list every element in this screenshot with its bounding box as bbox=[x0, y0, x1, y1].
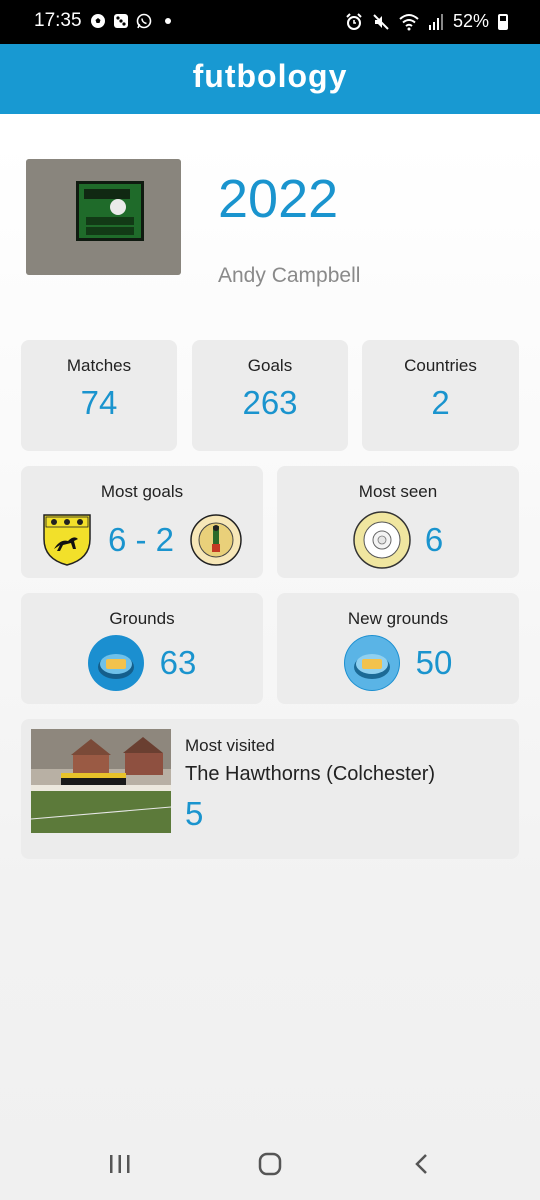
matches-value: 74 bbox=[80, 384, 118, 421]
most-visited-ground-name: The Hawthorns (Colchester) bbox=[185, 763, 436, 785]
ground-photo bbox=[31, 729, 171, 833]
home-button[interactable] bbox=[250, 1148, 290, 1180]
system-icons: 52% bbox=[345, 11, 508, 32]
recent-apps-icon bbox=[110, 1155, 130, 1173]
profile-user-name: Andy Campbell bbox=[218, 264, 361, 287]
most-visited-count: 5 bbox=[185, 795, 204, 832]
most-visited-label: Most visited bbox=[185, 736, 275, 755]
profile-year: 2022 bbox=[218, 169, 339, 229]
more-notifications-dot bbox=[165, 18, 171, 24]
goals-label: Goals bbox=[247, 356, 293, 375]
notification-icons bbox=[90, 13, 171, 29]
grounds-value: 63 bbox=[159, 644, 197, 681]
app-bar: futbology bbox=[0, 44, 540, 114]
grounds-card[interactable]: Grounds 63 bbox=[21, 593, 263, 704]
recent-apps-button[interactable] bbox=[100, 1148, 140, 1180]
signal-icon bbox=[428, 13, 443, 30]
new-stadium-icon bbox=[343, 635, 400, 691]
dice-icon bbox=[114, 14, 128, 28]
whatsapp-icon bbox=[136, 13, 152, 29]
status-time: 17:35 bbox=[34, 10, 82, 31]
status-bar: 17:35 52% bbox=[0, 0, 540, 44]
new-grounds-card[interactable]: New grounds 50 bbox=[277, 593, 519, 704]
stadium-icon bbox=[87, 635, 144, 691]
home-team-crest-icon bbox=[43, 514, 91, 566]
alarm-icon bbox=[346, 12, 362, 30]
most-seen-team-crest-icon bbox=[353, 511, 411, 569]
grounds-label: Grounds bbox=[109, 609, 175, 628]
back-icon bbox=[415, 1154, 427, 1174]
back-button[interactable] bbox=[402, 1148, 442, 1180]
away-team-crest-icon bbox=[190, 514, 242, 566]
app-logo: futbology bbox=[192, 58, 348, 94]
countries-label: Countries bbox=[404, 356, 477, 375]
new-grounds-value: 50 bbox=[415, 644, 453, 681]
countries-value: 2 bbox=[431, 384, 450, 421]
most-goals-card[interactable]: Most goals 6 - 2 bbox=[21, 466, 263, 578]
mute-icon bbox=[373, 13, 389, 30]
wifi-icon bbox=[399, 13, 419, 30]
home-icon bbox=[258, 1152, 282, 1176]
matches-label: Matches bbox=[66, 356, 132, 375]
most-goals-score: 6 - 2 bbox=[107, 521, 175, 558]
most-seen-label: Most seen bbox=[358, 482, 438, 501]
battery-icon bbox=[498, 13, 508, 30]
system-nav-bar bbox=[0, 1128, 540, 1200]
most-seen-value: 6 bbox=[424, 521, 444, 558]
soccer-ball-icon bbox=[91, 14, 105, 28]
most-goals-label: Most goals bbox=[100, 482, 184, 501]
goals-value: 263 bbox=[242, 384, 298, 421]
matches-card[interactable]: Matches 74 bbox=[21, 340, 177, 451]
goals-card[interactable]: Goals 263 bbox=[192, 340, 348, 451]
most-visited-card[interactable]: Most visited The Hawthorns (Colchester) … bbox=[21, 719, 519, 859]
most-seen-card[interactable]: Most seen 6 bbox=[277, 466, 519, 578]
countries-card[interactable]: Countries 2 bbox=[362, 340, 519, 451]
battery-percent: 52% bbox=[452, 11, 489, 31]
new-grounds-label: New grounds bbox=[347, 609, 449, 628]
profile-image bbox=[26, 159, 181, 275]
